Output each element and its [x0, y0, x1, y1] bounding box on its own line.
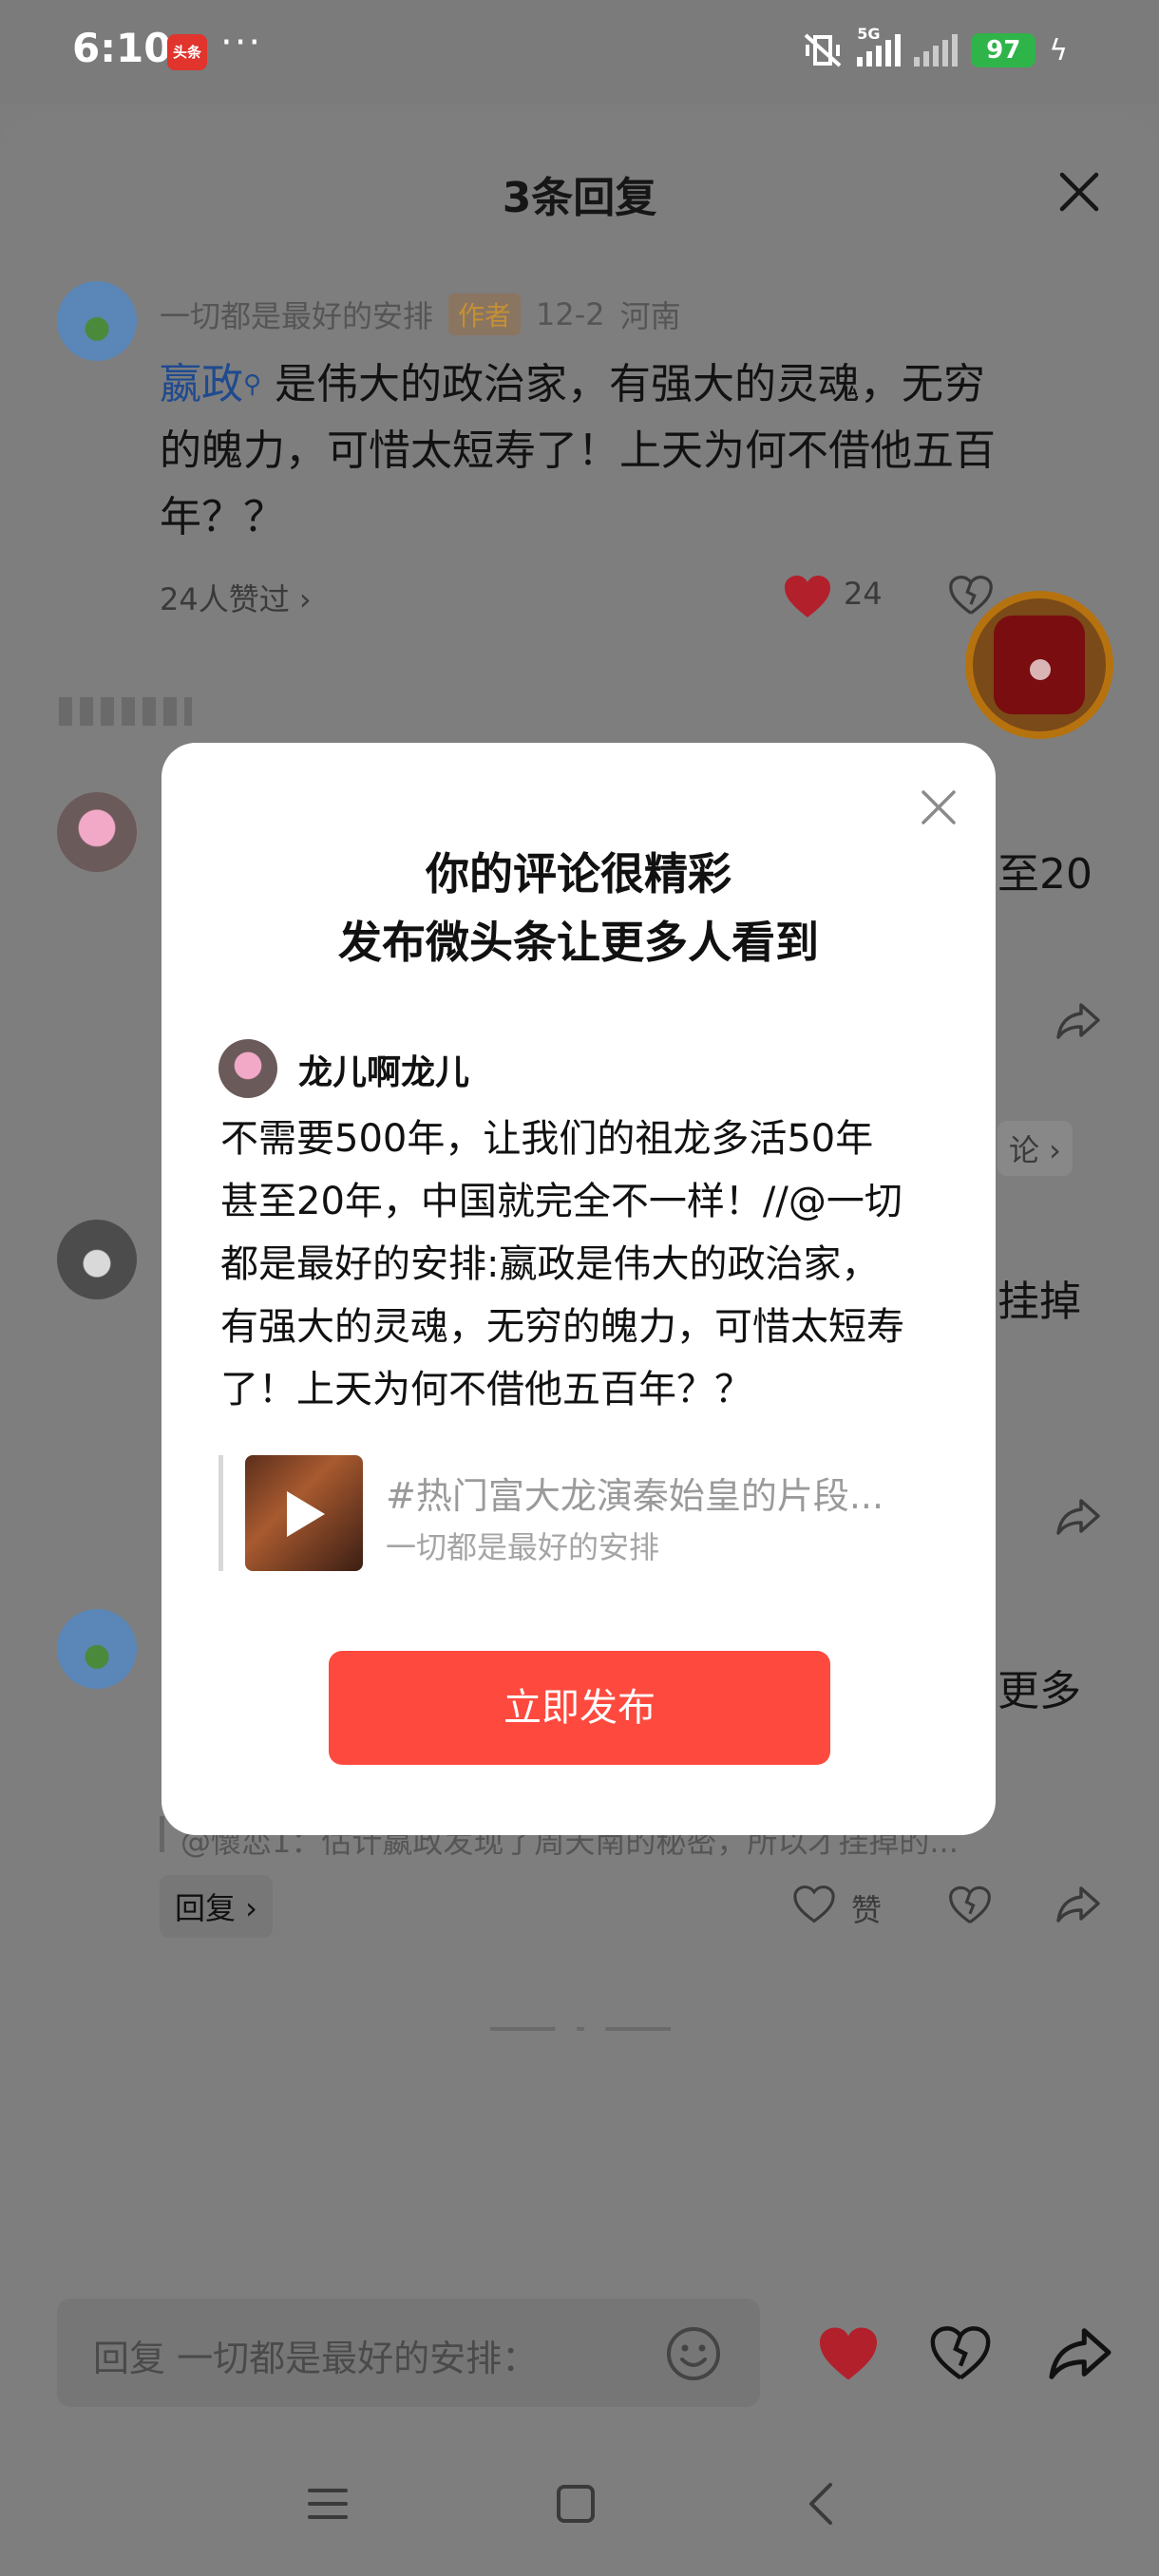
- comment-text-line: 年？？: [160, 493, 285, 541]
- heart-icon[interactable]: [817, 2325, 880, 2382]
- emoji-icon[interactable]: [665, 2325, 722, 2382]
- search-icon[interactable]: ⚲: [243, 370, 261, 399]
- quoted-video-author: 一切都是最好的安排: [386, 1529, 660, 1565]
- home-icon[interactable]: [555, 2483, 597, 2525]
- more-notifications-icon: ···: [220, 21, 263, 65]
- comment-location: 河南: [619, 298, 681, 334]
- back-icon[interactable]: [804, 2481, 838, 2527]
- heart-outline-icon[interactable]: [792, 1885, 836, 1924]
- signal-x-icon: [914, 34, 959, 66]
- reply-button[interactable]: 回复 ›: [160, 1875, 273, 1938]
- reply-placeholder: 回复 一切都是最好的安排：: [93, 2338, 539, 2379]
- comment-meta: 一切都是最好的安排 作者 12-2 河南: [160, 293, 681, 336]
- reply-text-fragment: 至20: [998, 850, 1092, 899]
- menu-icon[interactable]: [306, 2485, 350, 2523]
- avatar[interactable]: [57, 1220, 137, 1299]
- post-text-line: 有强大的灵魂，无穷的魄力，可惜太短寿: [220, 1305, 904, 1349]
- quote-bar: [218, 1455, 223, 1571]
- comment-author[interactable]: 一切都是最好的安排: [160, 293, 433, 336]
- avatar[interactable]: [57, 281, 137, 361]
- heart-icon[interactable]: [783, 574, 832, 619]
- dialog-subtitle: 发布微头条让更多人看到: [338, 917, 819, 968]
- share-icon[interactable]: [1056, 1885, 1100, 1924]
- mute-vibrate-icon: [804, 33, 842, 67]
- post-text-line: 不需要500年，让我们的祖龙多活50年: [220, 1117, 874, 1161]
- liked-by-link[interactable]: 24人赞过 ›: [160, 576, 312, 619]
- share-icon[interactable]: [1056, 1497, 1100, 1537]
- charging-icon: ϟ: [1049, 33, 1068, 67]
- network-type: 5G: [857, 25, 881, 43]
- sheet-title: 3条回复: [502, 174, 657, 222]
- video-thumbnail: [245, 1455, 363, 1571]
- comment-date: 12-2: [536, 296, 605, 332]
- avatar: [218, 1039, 277, 1098]
- like-label[interactable]: 赞: [851, 1886, 882, 1930]
- avatar[interactable]: [57, 792, 137, 872]
- app-badge-icon: 头条: [167, 34, 207, 70]
- post-text-line: 甚至20年，中国就完全不一样！//@一切: [220, 1180, 902, 1223]
- dialog-username: 龙儿啊龙儿: [298, 1053, 470, 1092]
- reply-text-fragment: 更多: [998, 1667, 1081, 1715]
- publish-button[interactable]: 立即发布: [329, 1651, 830, 1765]
- section-divider: [59, 697, 192, 726]
- reply-text-fragment: 挂掉: [998, 1278, 1081, 1326]
- red-packet-icon[interactable]: [965, 591, 1113, 739]
- end-indicator: [490, 2027, 671, 2031]
- share-icon[interactable]: [1056, 1001, 1100, 1041]
- play-icon: [287, 1491, 325, 1537]
- quoted-video-title: #热门富大龙演秦始皇的片段...: [386, 1475, 884, 1517]
- view-more-replies[interactable]: 论 ›: [998, 1121, 1073, 1176]
- close-icon[interactable]: [918, 786, 960, 828]
- signal-5g-icon: 5G: [857, 25, 902, 66]
- battery-indicator: 97: [971, 33, 1036, 67]
- status-indicators: 5G 97 ϟ: [802, 25, 1068, 74]
- comment-text-line: 的魄力，可惜太短寿了！上天为何不借他五百: [160, 426, 996, 475]
- close-icon[interactable]: [1054, 167, 1104, 217]
- avatar[interactable]: [57, 1609, 137, 1689]
- dialog-title: 你的评论很精彩: [426, 848, 732, 900]
- comment-text-line: 是伟大的政治家，有强大的灵魂，无穷: [275, 360, 986, 408]
- broken-heart-icon[interactable]: [948, 1885, 992, 1926]
- entity-link[interactable]: 嬴政: [160, 360, 243, 408]
- dialog-post-text: 不需要500年，让我们的祖龙多活50年 甚至20年，中国就完全不一样！//@一切…: [220, 1108, 961, 1421]
- broken-heart-icon[interactable]: [929, 2323, 992, 2384]
- post-text-line: 都是最好的安排:嬴政是伟大的政治家，: [220, 1242, 880, 1286]
- quote-bar: [160, 1816, 164, 1852]
- like-count: 24: [844, 576, 883, 612]
- author-badge: 作者: [448, 294, 522, 335]
- comment-body: 嬴政⚲ 是伟大的政治家，有强大的灵魂，无穷 的魄力，可惜太短寿了！上天为何不借他…: [160, 351, 1072, 551]
- share-icon[interactable]: [1049, 2325, 1112, 2382]
- status-time: 6:10: [72, 25, 172, 71]
- post-text-line: 了！上天为何不借他五百年？？: [220, 1368, 752, 1411]
